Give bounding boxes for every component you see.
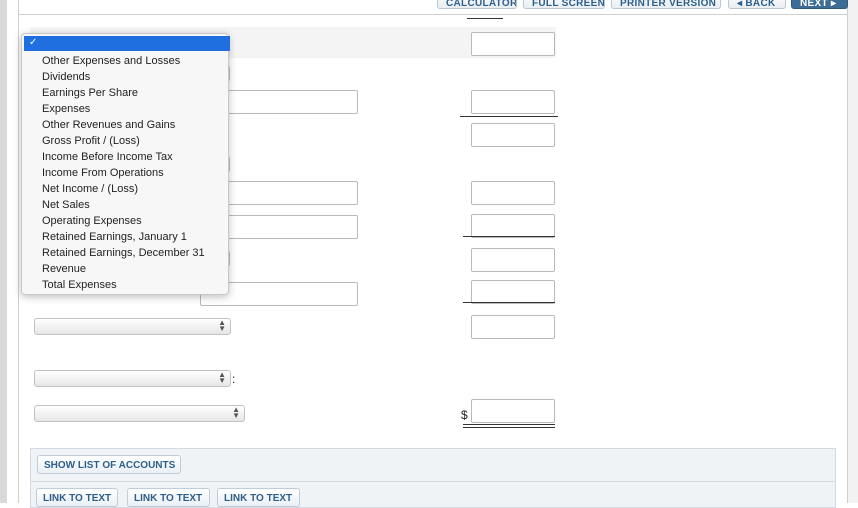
subtotal-underline-1: [460, 116, 558, 117]
dropdown-option[interactable]: Net Sales: [22, 197, 228, 213]
select-arrows-icon: ▲ ▼: [232, 405, 240, 420]
full-screen-button[interactable]: FULL SCREEN: [523, 0, 605, 9]
dropdown-option[interactable]: Dividends: [22, 69, 228, 85]
calculator-button[interactable]: CALCULATOR: [437, 0, 517, 9]
amount-input-2[interactable]: [471, 90, 555, 114]
window-left-border: [0, 0, 7, 503]
window-right-border: [848, 0, 858, 503]
select-arrows-icon: ▲ ▼: [218, 370, 226, 385]
content-left-border: [18, 0, 19, 503]
subtotal-underline-2: [463, 236, 555, 237]
dropdown-option[interactable]: Income From Operations: [22, 165, 228, 181]
link-to-text-button-3[interactable]: LINK TO TEXT: [217, 488, 300, 507]
printer-version-button[interactable]: PRINTER VERSION: [611, 0, 721, 9]
dropdown-option[interactable]: Retained Earnings, January 1: [22, 229, 228, 245]
dropdown-option[interactable]: Earnings Per Share: [22, 85, 228, 101]
bottom-divider: [30, 481, 836, 482]
dropdown-option[interactable]: Retained Earnings, December 31: [22, 245, 228, 261]
dollar-sign: $: [461, 408, 468, 422]
dropdown-option[interactable]: Total Expenses: [22, 277, 228, 293]
back-button[interactable]: ◂ BACK: [728, 0, 786, 9]
dropdown-option[interactable]: Gross Profit / (Loss): [22, 133, 228, 149]
dropdown-option[interactable]: Other Expenses and Losses: [22, 53, 228, 69]
amount-input-6[interactable]: [471, 248, 555, 272]
show-list-of-accounts-button[interactable]: SHOW LIST OF ACCOUNTS: [37, 455, 181, 474]
link-to-text-button-1[interactable]: LINK TO TEXT: [36, 488, 118, 507]
subtotal-underline-3: [463, 302, 555, 303]
dropdown-selected-blank-option[interactable]: ✓: [24, 36, 230, 51]
dropdown-option[interactable]: Expenses: [22, 101, 228, 117]
account-dropdown-menu[interactable]: ✓ Other Expenses and Losses Dividends Ea…: [21, 33, 230, 295]
dropdown-option[interactable]: Other Revenues and Gains: [22, 117, 228, 133]
dropdown-option[interactable]: Net Income / (Loss): [22, 181, 228, 197]
account-select-11[interactable]: ▲ ▼: [34, 405, 245, 422]
amount-input-8[interactable]: [471, 315, 555, 339]
top-toolbar: [19, 0, 847, 15]
colon-label: :: [232, 372, 236, 386]
checkmark-icon: ✓: [29, 37, 38, 48]
dropdown-option-list: Other Expenses and Losses Dividends Earn…: [22, 53, 228, 293]
dropdown-option[interactable]: Revenue: [22, 261, 228, 277]
next-button[interactable]: NEXT ▸: [791, 0, 848, 9]
amount-input-5[interactable]: [471, 214, 555, 238]
select-arrows-icon: ▲ ▼: [218, 318, 226, 333]
dropdown-option[interactable]: Income Before Income Tax: [22, 149, 228, 165]
amount-input-7[interactable]: [471, 280, 555, 304]
amount-input-3[interactable]: [471, 123, 555, 147]
account-select-9[interactable]: ▲ ▼: [34, 318, 231, 335]
total-amount-input[interactable]: [471, 399, 555, 423]
amount-input-1[interactable]: [471, 32, 555, 56]
dropdown-option[interactable]: Operating Expenses: [22, 213, 228, 229]
amount-input-4[interactable]: [471, 181, 555, 205]
total-double-underline: [463, 424, 555, 428]
top-underline: [467, 18, 503, 19]
link-to-text-button-2[interactable]: LINK TO TEXT: [127, 488, 210, 507]
account-select-10[interactable]: ▲ ▼: [34, 370, 231, 387]
